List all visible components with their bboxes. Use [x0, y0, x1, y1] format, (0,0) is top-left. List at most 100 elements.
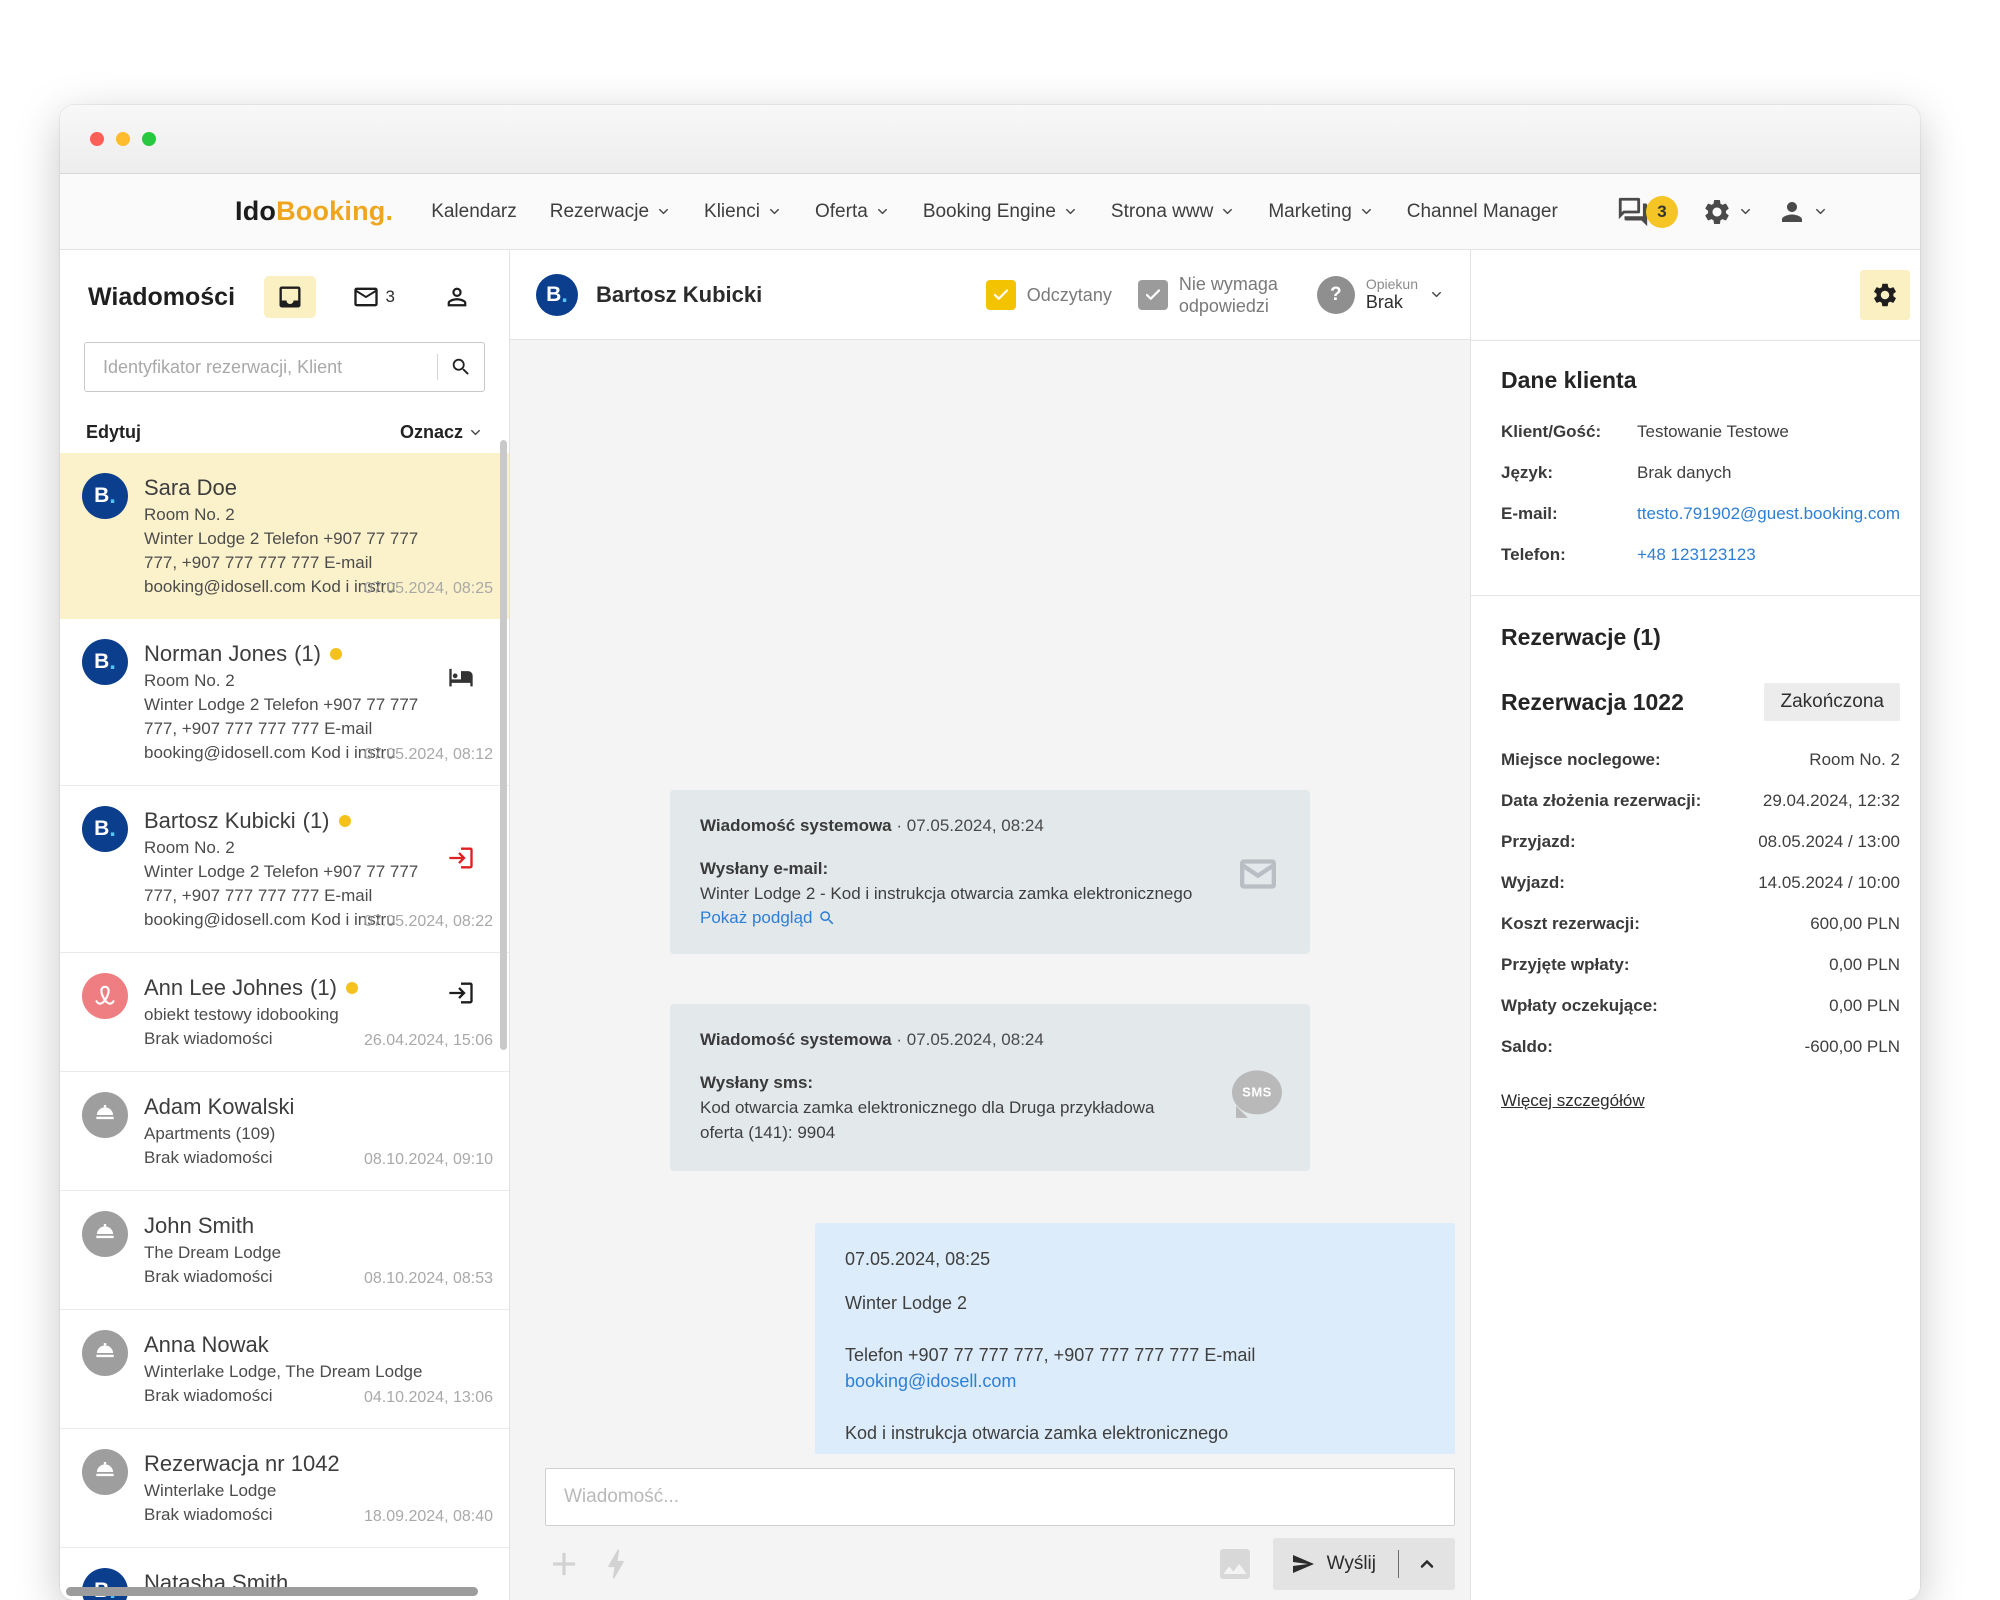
section-divider	[1471, 595, 1920, 596]
zoom-window-button[interactable]	[142, 132, 156, 146]
send-button[interactable]: Wyślij	[1273, 1538, 1455, 1590]
gear-icon	[1702, 197, 1732, 227]
nav-item-rezerwacje[interactable]: Rezerwacje	[550, 201, 671, 223]
person-icon	[1777, 197, 1807, 227]
minimize-window-button[interactable]	[116, 132, 130, 146]
field-label: Język:	[1501, 463, 1629, 483]
conversation-name: Bartosz Kubicki	[144, 806, 296, 836]
message-line: Kod i instrukcja otwarcia zamka elektron…	[845, 1420, 1425, 1446]
chevron-up-icon[interactable]	[1417, 1554, 1437, 1574]
conversation-item-anna-nowak[interactable]: Anna Nowak Winterlake Lodge, The Dream L…	[60, 1310, 509, 1429]
reservation-row: Wpłaty oczekujące: 0,00 PLN	[1501, 993, 1900, 1018]
chevron-down-icon	[468, 425, 483, 440]
booking-avatar: B.	[82, 639, 128, 685]
conversation-item-bartosz-kubicki[interactable]: B. Bartosz Kubicki(1) Room No. 2 Winter …	[60, 786, 509, 953]
unread-message-count: (1)	[310, 973, 337, 1003]
sent-sms-text: Kod otwarcia zamka elektronicznego dla D…	[700, 1095, 1200, 1145]
chevron-down-icon	[1063, 204, 1078, 219]
quick-replies-icon[interactable]	[597, 1545, 635, 1583]
nav-item-kalendarz[interactable]: Kalendarz	[431, 201, 517, 223]
chevron-down-icon	[1813, 204, 1828, 219]
nav-item-klienci[interactable]: Klienci	[704, 201, 782, 223]
insert-image-icon[interactable]	[1215, 1544, 1255, 1584]
no-reply-needed-checkbox[interactable]: Nie wymaga odpowiedzi	[1138, 273, 1291, 317]
reservation-row: Wyjazd: 14.05.2024 / 10:00	[1501, 870, 1900, 895]
message-input[interactable]	[545, 1468, 1455, 1526]
client-language-value: Brak danych	[1637, 463, 1900, 483]
horizontal-scrollbar[interactable]	[66, 1587, 478, 1596]
reception-bell-avatar	[82, 1092, 128, 1138]
email-link[interactable]: booking@idosell.com	[845, 1371, 1016, 1391]
conversation-name: Anna Nowak	[144, 1330, 269, 1360]
conversation-property: Room No. 2	[144, 836, 444, 860]
app-logo[interactable]: IdoBooking.	[235, 196, 393, 227]
conversation-item-norman-jones[interactable]: B. Norman Jones(1) Room No. 2 Winter Lod…	[60, 619, 509, 786]
conversation-item-sara-doe[interactable]: B. Sara Doe Room No. 2 Winter Lodge 2 Te…	[60, 453, 509, 619]
conversation-item-john-smith[interactable]: John Smith The Dream Lodge Brak wiadomoś…	[60, 1191, 509, 1310]
nav-item-strona-www[interactable]: Strona www	[1111, 201, 1235, 223]
client-data-title: Dane klienta	[1501, 367, 1900, 394]
message-timestamp: 07.05.2024, 08:25	[845, 1249, 1425, 1270]
outgoing-message-bubble: 07.05.2024, 08:25 Winter Lodge 2 Telefon…	[815, 1223, 1455, 1454]
tab-unread-mail[interactable]: 3	[340, 276, 407, 318]
settings-menu-button[interactable]	[1702, 197, 1753, 227]
reservation-row: Saldo: -600,00 PLN	[1501, 1034, 1900, 1059]
navbar-right-icons: 3	[1616, 195, 1890, 229]
chat-controls: Odczytany Nie wymaga odpowiedzi ? Opieku…	[986, 273, 1444, 317]
unread-message-count: (1)	[303, 806, 330, 836]
edit-button[interactable]: Edytuj	[86, 422, 141, 443]
chevron-down-icon	[1359, 204, 1374, 219]
conversation-item-adam-kowalski[interactable]: Adam Kowalski Apartments (109) Brak wiad…	[60, 1072, 509, 1191]
chevron-down-icon	[767, 204, 782, 219]
conversation-preview: Brak wiadomości	[144, 1503, 340, 1527]
tab-contacts[interactable]	[431, 276, 483, 318]
conversations-sidebar: Wiadomości 3 Edy	[60, 250, 510, 1600]
reservation-number: Rezerwacja 1022	[1501, 689, 1684, 716]
conversation-date: 07.05.2024, 08:22	[364, 913, 493, 931]
conversation-item-rezerwacja-1042[interactable]: Rezerwacja nr 1042 Winterlake Lodge Brak…	[60, 1429, 509, 1548]
account-menu-button[interactable]	[1777, 197, 1828, 227]
conversation-property: Room No. 2	[144, 669, 444, 693]
chevron-down-icon	[656, 204, 671, 219]
conversation-item-ann-lee-johnes[interactable]: Ann Lee Johnes(1) obiekt testowy idobook…	[60, 953, 509, 1072]
messages-button[interactable]: 3	[1616, 195, 1678, 229]
close-window-button[interactable]	[90, 132, 104, 146]
magnifier-icon	[818, 909, 836, 927]
booking-avatar: B.	[536, 274, 578, 316]
person-outline-icon	[443, 283, 471, 311]
client-phone-link[interactable]: +48 123123123	[1637, 545, 1900, 565]
conversation-property: The Dream Lodge	[144, 1241, 281, 1265]
unread-message-count: (1)	[294, 639, 321, 669]
panel-settings-button[interactable]	[1860, 270, 1910, 320]
mark-dropdown[interactable]: Oznacz	[400, 422, 483, 443]
search-box	[84, 342, 485, 392]
checkbox-checked-icon	[1138, 280, 1168, 310]
add-attachment-icon[interactable]	[545, 1545, 583, 1583]
tab-inbox[interactable]	[264, 276, 316, 318]
client-name-value: Testowanie Testowe	[1637, 422, 1900, 442]
checkbox-checked-icon	[986, 280, 1016, 310]
read-checkbox[interactable]: Odczytany	[986, 280, 1112, 310]
search-input[interactable]	[101, 356, 425, 379]
nav-item-channel-manager[interactable]: Channel Manager	[1407, 201, 1558, 223]
panel-header	[1471, 250, 1920, 341]
conversation-property: obiekt testowy idobooking	[144, 1003, 358, 1027]
guardian-dropdown[interactable]: ? Opiekun Brak	[1317, 276, 1444, 314]
nav-item-booking-engine[interactable]: Booking Engine	[923, 201, 1078, 223]
window-titlebar	[60, 105, 1920, 174]
nav-item-oferta[interactable]: Oferta	[815, 201, 890, 223]
message-line: Winter Lodge 2	[845, 1290, 1425, 1316]
envelope-outline-icon	[1234, 854, 1282, 899]
sms-bubble-icon: SMS	[1232, 1070, 1282, 1114]
more-details-link[interactable]: Więcej szczegółów	[1501, 1091, 1645, 1111]
booking-avatar: B.	[82, 473, 128, 519]
reservation-row: Miejsce noclegowe: Room No. 2	[1501, 747, 1900, 772]
search-icon[interactable]	[450, 356, 472, 378]
conversation-name: John Smith	[144, 1211, 254, 1241]
client-email-link[interactable]: ttesto.791902@guest.booking.com	[1637, 504, 1900, 524]
conversation-name: Norman Jones	[144, 639, 287, 669]
nav-item-marketing[interactable]: Marketing	[1268, 201, 1373, 223]
vertical-scrollbar[interactable]	[500, 440, 507, 1050]
chat-column: B. Bartosz Kubicki Odczytany Nie wymaga …	[510, 250, 1470, 1600]
show-preview-link[interactable]: Pokaż podgląd	[700, 908, 836, 928]
